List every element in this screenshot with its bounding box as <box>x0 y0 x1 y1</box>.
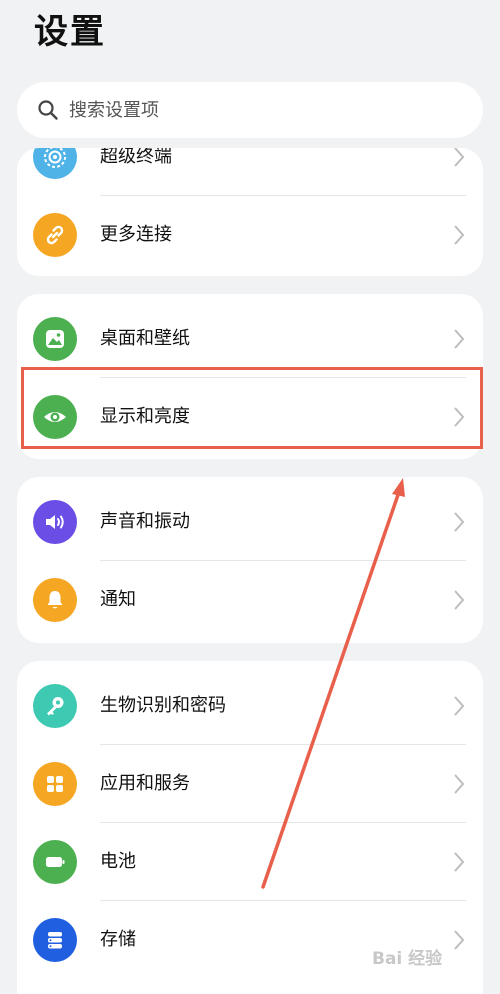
page-title: 设置 <box>34 12 106 52</box>
settings-item-more-connections[interactable]: 更多连接 <box>17 196 483 274</box>
wallpaper-icon <box>33 317 77 361</box>
chevron-right-icon <box>454 774 465 794</box>
settings-item-label: 超级终端 <box>100 148 172 167</box>
bell-icon <box>33 578 77 622</box>
chevron-right-icon <box>454 852 465 872</box>
key-icon <box>33 684 77 728</box>
settings-group-connectivity: 超级终端 更多连接 <box>17 148 483 276</box>
link-icon <box>33 213 77 257</box>
super-device-icon <box>33 148 77 179</box>
settings-item-super-device[interactable]: 超级终端 <box>17 148 483 196</box>
settings-item-label: 生物识别和密码 <box>100 695 226 716</box>
chevron-right-icon <box>454 148 465 167</box>
chevron-right-icon <box>454 590 465 610</box>
settings-item-notifications[interactable]: 通知 <box>17 561 483 639</box>
settings-item-apps-services[interactable]: 应用和服务 <box>17 745 483 823</box>
settings-item-battery[interactable]: 电池 <box>17 823 483 901</box>
settings-group-display: 桌面和壁纸 显示和亮度 <box>17 294 483 459</box>
watermark-logo: Bai 经验 <box>372 949 443 969</box>
battery-icon <box>33 840 77 884</box>
settings-item-biometrics-password[interactable]: 生物识别和密码 <box>17 667 483 745</box>
search-icon <box>35 97 61 123</box>
search-input[interactable] <box>69 90 449 130</box>
settings-item-label: 存储 <box>100 929 136 950</box>
settings-item-wallpaper[interactable]: 桌面和壁纸 <box>17 300 483 378</box>
settings-item-display-brightness[interactable]: 显示和亮度 <box>17 378 483 456</box>
settings-item-label: 电池 <box>100 851 136 872</box>
search-bar[interactable] <box>17 82 483 138</box>
settings-item-label: 通知 <box>100 589 136 610</box>
speaker-icon <box>33 500 77 544</box>
eye-icon <box>33 395 77 439</box>
chevron-right-icon <box>454 930 465 950</box>
chevron-right-icon <box>454 225 465 245</box>
settings-item-sound-vibration[interactable]: 声音和振动 <box>17 483 483 561</box>
settings-item-label: 更多连接 <box>100 224 172 245</box>
apps-grid-icon <box>33 762 77 806</box>
settings-group-sound-notify: 声音和振动 通知 <box>17 477 483 643</box>
settings-item-label: 显示和亮度 <box>100 406 190 427</box>
chevron-right-icon <box>454 512 465 532</box>
settings-item-label: 桌面和壁纸 <box>100 328 190 349</box>
storage-icon <box>33 918 77 962</box>
chevron-right-icon <box>454 696 465 716</box>
chevron-right-icon <box>454 407 465 427</box>
settings-item-label: 应用和服务 <box>100 773 190 794</box>
settings-item-label: 声音和振动 <box>100 511 190 532</box>
chevron-right-icon <box>454 329 465 349</box>
settings-screen: 设置 超级终端 <box>0 0 500 994</box>
